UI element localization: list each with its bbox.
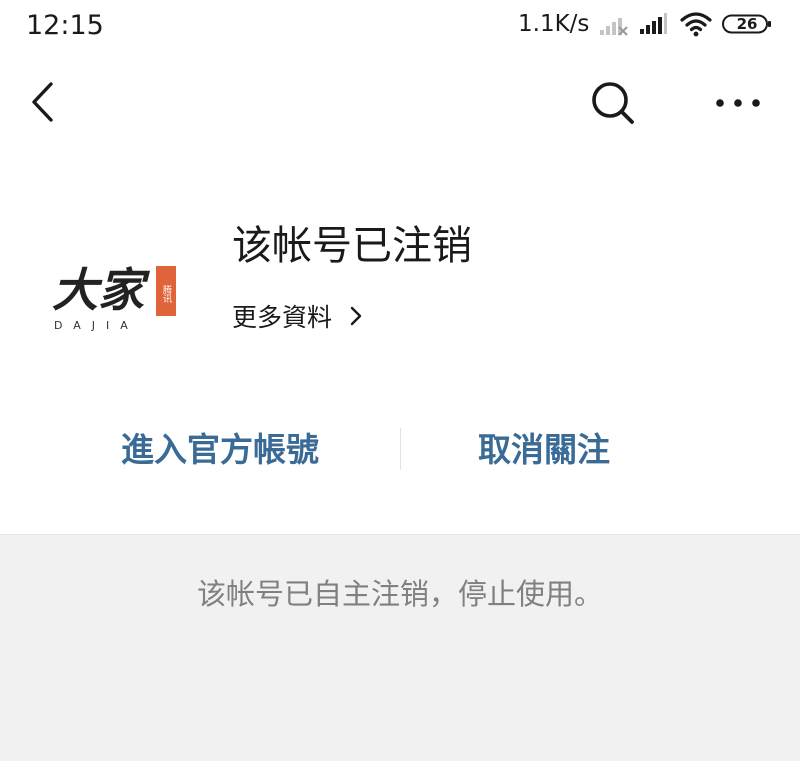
- account-avatar[interactable]: 大家 腾讯 DAJIA: [44, 236, 184, 344]
- enter-official-account-button[interactable]: 進入官方帳號: [60, 422, 380, 478]
- more-horizontal-icon: [716, 99, 760, 107]
- unfollow-button[interactable]: 取消關注: [420, 422, 668, 478]
- search-button[interactable]: [588, 78, 638, 128]
- chevron-right-icon: [350, 306, 362, 326]
- signal-strong-icon: [640, 13, 667, 34]
- search-icon: [592, 82, 634, 124]
- action-divider: [400, 428, 401, 470]
- logo-text: 大家: [52, 263, 150, 317]
- back-button[interactable]: [26, 80, 66, 124]
- notice-panel: 该帐号已自主注销，停止使用。: [0, 534, 800, 761]
- chevron-left-icon: [32, 82, 53, 122]
- more-button[interactable]: [712, 86, 764, 120]
- signal-weak-icon: [600, 18, 628, 36]
- status-bar: 12:15 1.1K/s 26: [0, 0, 800, 52]
- battery-level: 26: [736, 15, 758, 33]
- more-info-link[interactable]: 更多資料: [232, 298, 364, 334]
- logo-seal-text: 腾讯: [161, 284, 172, 304]
- deactivated-notice: 该帐号已自主注销，停止使用。: [196, 577, 603, 611]
- logo-subtext: DAJIA: [54, 319, 139, 332]
- more-info-label: 更多資料: [232, 303, 333, 332]
- wifi-icon: [680, 12, 712, 37]
- status-time: 12:15: [26, 10, 104, 41]
- account-name: 该帐号已注销: [232, 223, 472, 269]
- network-speed: 1.1K/s: [518, 11, 590, 37]
